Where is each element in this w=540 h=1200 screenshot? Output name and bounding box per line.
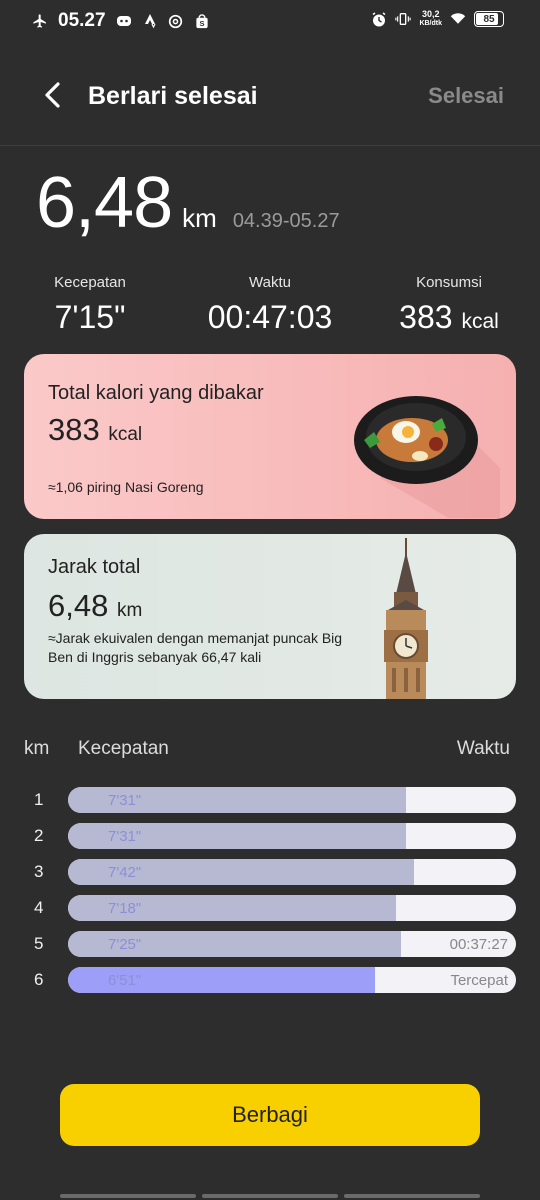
network-speed: 30,2 KB/dtk — [419, 9, 442, 28]
back-button[interactable] — [38, 80, 68, 110]
distance-card-title: Jarak total — [48, 556, 141, 578]
shopee-icon: S — [194, 13, 210, 29]
split-pace: 7'31" — [108, 828, 142, 845]
chevron-left-icon — [45, 82, 60, 108]
split-row: 2 7'31" — [0, 823, 540, 849]
split-bar-track: 7'18" — [68, 895, 516, 921]
distance-card-note: ≈Jarak ekuivalen dengan memanjat puncak … — [48, 630, 343, 665]
nasi-goreng-illustration — [354, 396, 500, 518]
status-time: 05.27 — [58, 10, 106, 31]
distance-summary: 6,48 km 04.39-05.27 — [36, 162, 340, 244]
split-km: 4 — [34, 898, 44, 917]
battery-icon: 85 — [474, 11, 504, 27]
split-bar-track: 6'51" Tercepat — [68, 967, 516, 993]
split-km: 5 — [34, 934, 44, 953]
stats-row: Kecepatan 7'15" Waktu 00:47:03 Konsumsi … — [0, 274, 540, 344]
calorie-card-value: 383 kcal — [48, 412, 143, 447]
status-bar: 05.27 S 30,2 KB/dtk 85 — [0, 0, 540, 44]
col-time: Waktu — [456, 738, 510, 759]
vibrate-icon — [395, 11, 412, 27]
airplane-icon — [32, 13, 48, 29]
wifi-icon — [450, 11, 466, 27]
split-bar-track: 7'31" — [68, 823, 516, 849]
gesture-bar — [60, 1194, 480, 1198]
time-range: 04.39-05.27 — [232, 210, 340, 232]
split-km: 6 — [34, 970, 44, 989]
stat-calories-label: Konsumsi — [416, 274, 482, 291]
threads-icon — [168, 13, 184, 29]
split-row: 1 7'31" — [0, 787, 540, 813]
distance-card-value: 6,48 km — [48, 588, 143, 623]
calorie-card[interactable]: Total kalori yang dibakar 383 kcal ≈1,06… — [24, 354, 516, 519]
split-km: 2 — [34, 826, 44, 845]
stat-pace-value: 7'15" — [54, 299, 126, 335]
big-ben-illustration — [384, 538, 428, 699]
split-bar-track: 7'31" — [68, 787, 516, 813]
calorie-card-title: Total kalori yang dibakar — [48, 382, 264, 404]
app-header: Berlari selesai Selesai — [0, 70, 540, 126]
split-row: 5 7'25" 00:37:27 — [0, 931, 540, 957]
stat-pace: Kecepatan 7'15" — [48, 274, 132, 336]
alarm-icon — [371, 11, 387, 27]
calorie-card-note: ≈1,06 piring Nasi Goreng — [48, 479, 204, 495]
split-bar-track: 7'42" — [68, 859, 516, 885]
stat-duration-value: 00:47:03 — [207, 299, 333, 335]
split-km: 3 — [34, 862, 44, 881]
split-bar-track: 7'25" 00:37:27 — [68, 931, 516, 957]
split-pace: 7'42" — [108, 864, 142, 881]
strava-icon — [142, 13, 158, 29]
split-pace: 7'31" — [108, 792, 142, 809]
col-pace: Kecepatan — [78, 738, 169, 759]
split-time: Tercepat — [450, 972, 508, 989]
split-km: 1 — [34, 790, 44, 809]
split-pace: 6'51" — [108, 972, 142, 989]
split-time: 00:37:27 — [449, 936, 508, 953]
done-button[interactable]: Selesai — [428, 83, 504, 109]
distance-unit: km — [182, 203, 217, 233]
split-row: 4 7'18" — [0, 895, 540, 921]
stat-pace-label: Kecepatan — [54, 274, 126, 291]
col-km: km — [24, 738, 50, 759]
svg-text:S: S — [199, 19, 204, 28]
share-button[interactable]: Berbagi — [60, 1084, 480, 1146]
discord-icon — [116, 13, 132, 29]
distance-card[interactable]: Jarak total 6,48 km ≈Jarak ekuivalen den… — [24, 534, 516, 699]
stat-duration-label: Waktu — [249, 274, 291, 291]
splits-header: km Kecepatan Waktu — [0, 738, 540, 764]
distance-value: 6,48 — [36, 163, 173, 243]
split-pace: 7'25" — [108, 936, 142, 953]
stat-calories-value: 383 kcal — [399, 299, 499, 335]
stat-duration: Waktu 00:47:03 — [200, 274, 340, 336]
split-pace: 7'18" — [108, 900, 142, 917]
split-row: 6 6'51" Tercepat — [0, 967, 540, 993]
header-divider — [0, 145, 540, 146]
page-title: Berlari selesai — [88, 82, 258, 110]
split-row: 3 7'42" — [0, 859, 540, 885]
stat-calories: Konsumsi 383 kcal — [396, 274, 502, 336]
